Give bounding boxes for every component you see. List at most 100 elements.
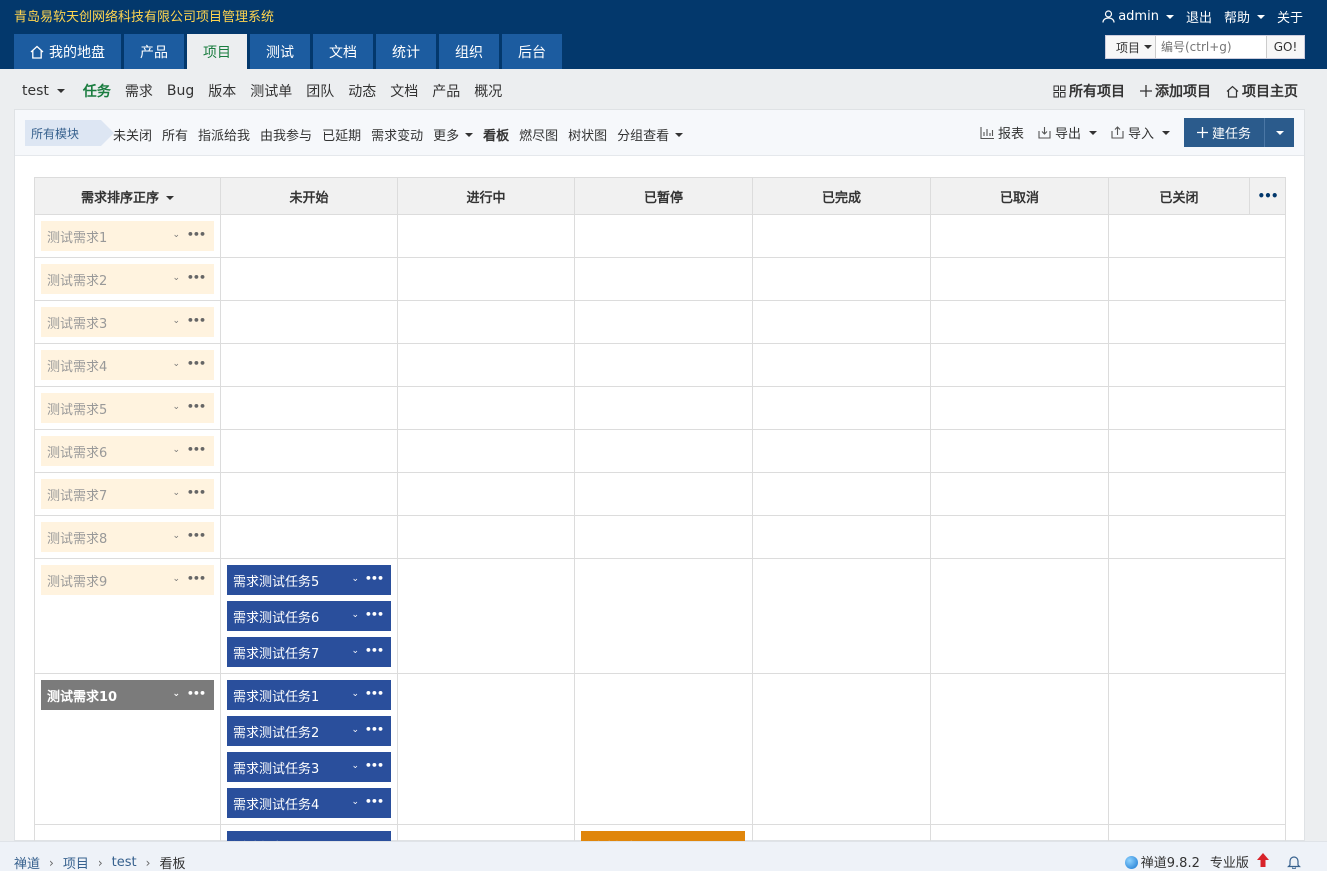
search-go-button[interactable]: GO! [1266,36,1304,58]
search-input[interactable] [1156,36,1266,58]
create-task-dropdown[interactable] [1264,118,1294,147]
company-name[interactable]: 青岛易软天创网络科技有限公司项目管理系统 [14,6,274,25]
version-link[interactable]: 禅道9.8.2 [1124,852,1200,871]
project-home-link[interactable]: 项目主页 [1226,81,1298,101]
task-card[interactable]: 需求测试任务3 ⌄ ••• [227,752,391,782]
story-card[interactable]: 测试需求2 ⌄ ••• [41,264,214,294]
help-menu[interactable]: 帮助 [1224,7,1265,26]
chevron-down-icon[interactable]: ⌄ [351,646,359,656]
task-card[interactable]: 需求测试任务5 ⌄ ••• [227,565,391,595]
story-card[interactable]: 测试需求1 ⌄ ••• [41,221,214,251]
subnav-item[interactable]: 任务 [83,81,111,101]
chevron-down-icon[interactable]: ⌄ [172,230,180,240]
task-card[interactable]: 需求测试任务2 ⌄ ••• [227,716,391,746]
more-icon[interactable]: ••• [187,486,206,499]
chevron-down-icon[interactable]: ⌄ [172,402,180,412]
story-card[interactable]: 测试需求3 ⌄ ••• [41,307,214,337]
filter-tab[interactable]: 未关闭 [113,125,152,144]
more-icon[interactable]: ••• [187,529,206,542]
module-tree-button[interactable]: 所有模块 [25,120,114,146]
subnav-item[interactable]: 动态 [348,81,376,101]
breadcrumb-item[interactable]: 禅道 [14,853,40,871]
subnav-item[interactable]: 产品 [432,81,460,101]
chevron-down-icon[interactable]: ⌄ [172,316,180,326]
about-link[interactable]: 关于 [1277,7,1303,26]
filter-tab[interactable]: 由我参与 [260,125,312,144]
task-card[interactable]: 需求测试任务6 ⌄ ••• [227,601,391,631]
subnav-item[interactable]: 版本 [208,81,236,101]
task-card[interactable]: 需求测试任务7 ⌄ ••• [227,637,391,667]
chevron-down-icon[interactable]: ⌄ [172,689,180,699]
subnav-item[interactable]: 概况 [474,81,502,101]
subnav-item[interactable]: 测试单 [250,81,292,101]
story-sort-header[interactable]: 需求排序正序 [34,177,221,215]
more-icon[interactable]: ••• [187,443,206,456]
main-nav-tab[interactable]: 后台 [502,34,562,69]
more-icon[interactable]: ••• [187,271,206,284]
more-icon[interactable]: ••• [365,608,384,621]
filter-tab[interactable]: 燃尽图 [519,125,558,144]
report-button[interactable]: 报表 [980,123,1024,142]
project-switcher[interactable]: test [22,83,65,99]
more-icon[interactable]: ••• [187,572,206,585]
filter-tab[interactable]: 指派给我 [198,125,250,144]
more-icon[interactable]: ••• [187,357,206,370]
main-nav-tab[interactable]: 项目 [187,34,247,69]
chevron-down-icon[interactable]: ⌄ [172,359,180,369]
create-task-button[interactable]: 建任务 [1184,118,1264,147]
subnav-item[interactable]: 团队 [306,81,334,101]
breadcrumb-item[interactable]: test [112,855,137,870]
main-nav-tab[interactable]: 统计 [376,34,436,69]
chevron-down-icon[interactable]: ⌄ [172,531,180,541]
story-card[interactable]: 测试需求9 ⌄ ••• [41,565,214,595]
chevron-down-icon[interactable]: ⌄ [351,797,359,807]
all-projects-link[interactable]: 所有项目 [1053,81,1125,101]
main-nav-tab[interactable]: 我的地盘 [14,34,121,69]
chevron-down-icon[interactable]: ⌄ [351,761,359,771]
subnav-item[interactable]: 需求 [125,81,153,101]
more-icon[interactable]: ••• [365,644,384,657]
more-icon[interactable]: ••• [187,687,206,700]
main-nav-tab[interactable]: 文档 [313,34,373,69]
filter-tab[interactable]: 已延期 [322,125,361,144]
subnav-item[interactable]: Bug [167,83,194,99]
more-icon[interactable]: ••• [187,314,206,327]
more-icon[interactable]: ••• [365,723,384,736]
story-card[interactable]: 测试需求5 ⌄ ••• [41,393,214,423]
main-nav-tab[interactable]: 组织 [439,34,499,69]
chevron-down-icon[interactable]: ⌄ [351,689,359,699]
kanban-settings-button[interactable]: ••• [1249,177,1286,215]
main-nav-tab[interactable]: 测试 [250,34,310,69]
main-nav-tab[interactable]: 产品 [124,34,184,69]
filter-tab[interactable]: 分组查看 [617,125,684,144]
chevron-down-icon[interactable]: ⌄ [172,273,180,283]
chevron-down-icon[interactable]: ⌄ [351,725,359,735]
chevron-down-icon[interactable]: ⌄ [172,445,180,455]
story-card[interactable]: 测试需求4 ⌄ ••• [41,350,214,380]
breadcrumb-item[interactable]: 项目 [63,853,89,871]
export-menu[interactable]: 导出 [1038,123,1097,142]
logout-link[interactable]: 退出 [1186,7,1212,26]
more-icon[interactable]: ••• [187,400,206,413]
subnav-item[interactable]: 文档 [390,81,418,101]
import-menu[interactable]: 导入 [1111,123,1170,142]
search-type-select[interactable]: 项目 [1106,36,1156,58]
task-card[interactable]: 需求测试任务4 ⌄ ••• [227,788,391,818]
bell-icon[interactable] [1287,855,1301,869]
filter-tab[interactable]: 更多 [433,125,474,144]
user-menu[interactable]: admin [1102,9,1174,24]
more-icon[interactable]: ••• [187,228,206,241]
task-card[interactable]: 需求测试任务1 ⌄ ••• [227,680,391,710]
filter-tab[interactable]: 看板 [483,125,509,144]
filter-tab[interactable]: 需求变动 [371,125,423,144]
filter-tab[interactable]: 树状图 [568,125,607,144]
story-card[interactable]: 测试需求6 ⌄ ••• [41,436,214,466]
story-card[interactable]: 测试需求8 ⌄ ••• [41,522,214,552]
story-card[interactable]: 测试需求7 ⌄ ••• [41,479,214,509]
chevron-down-icon[interactable]: ⌄ [351,610,359,620]
story-card[interactable]: 测试需求10 ⌄ ••• [41,680,214,710]
more-icon[interactable]: ••• [365,572,384,585]
more-icon[interactable]: ••• [365,687,384,700]
more-icon[interactable]: ••• [365,759,384,772]
edition-link[interactable]: 专业版 [1210,852,1269,871]
